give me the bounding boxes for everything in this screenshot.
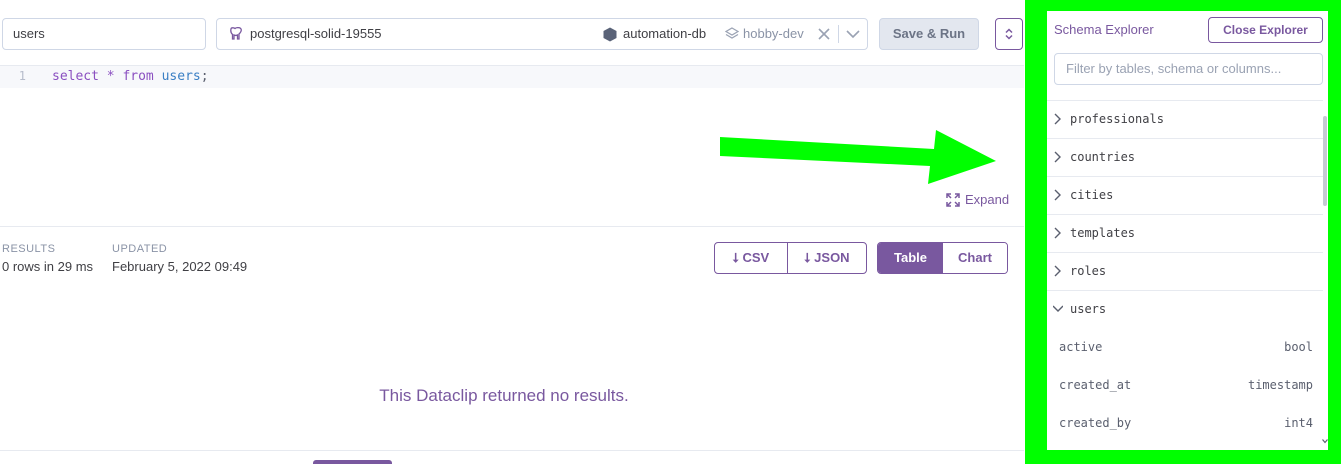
updated-timestamp: February 5, 2022 09:49 <box>112 259 248 274</box>
sql-keyword: select <box>52 69 99 84</box>
sql-keyword: from <box>122 69 154 84</box>
column-row[interactable]: created_at timestamp <box>1047 367 1323 405</box>
database-select[interactable]: postgresql-solid-19555 automation-db hob… <box>216 18 868 50</box>
plan-name: hobby-dev <box>743 26 804 41</box>
results-summary: 0 rows in 29 ms <box>2 259 94 274</box>
up-down-chevron-icon <box>1005 28 1013 40</box>
app-name: automation-db <box>623 26 707 41</box>
table-row-countries[interactable]: countries <box>1047 138 1323 176</box>
schema-explorer-panel: Schema Explorer Close Explorer Filter by… <box>1047 11 1328 450</box>
close-explorer-button[interactable]: Close Explorer <box>1208 17 1323 43</box>
scroll-down-icon[interactable] <box>1322 438 1328 444</box>
sql-operator: * <box>106 69 115 84</box>
database-name: postgresql-solid-19555 <box>250 26 382 41</box>
table-view-button[interactable]: Table <box>878 243 943 273</box>
column-name: active <box>1059 340 1103 354</box>
chevron-down-icon <box>1053 305 1063 312</box>
download-arrow-icon: ⭣ <box>732 250 739 265</box>
csv-label: CSV <box>742 250 770 265</box>
line-number: 1 <box>18 69 26 83</box>
toggle-explorer-button[interactable] <box>995 18 1023 50</box>
column-type: bool <box>1284 340 1313 354</box>
view-toggle-group: Table Chart <box>877 242 1008 274</box>
updated-label: UPDATED <box>112 243 168 255</box>
layers-icon <box>725 27 739 39</box>
chevron-right-icon <box>1054 113 1061 125</box>
bottom-tab-indicator[interactable] <box>313 460 392 464</box>
empty-results-message: This Dataclip returned no results. <box>379 386 629 405</box>
json-label: JSON <box>814 250 850 265</box>
save-run-button[interactable]: Save & Run <box>879 18 979 50</box>
table-row-templates[interactable]: templates <box>1047 214 1323 252</box>
download-json-button[interactable]: ⭣ JSON <box>788 243 866 273</box>
download-csv-button[interactable]: ⭣ CSV <box>715 243 788 273</box>
select-divider <box>838 25 839 43</box>
bottom-divider <box>0 450 1024 451</box>
chevron-right-icon <box>1054 189 1061 201</box>
table-name: roles <box>1070 264 1107 278</box>
explorer-filter-input[interactable]: Filter by tables, schema or columns... <box>1054 53 1323 85</box>
chevron-right-icon <box>1054 151 1061 163</box>
explorer-title: Schema Explorer <box>1054 22 1154 37</box>
sql-punctuation: ; <box>200 69 209 84</box>
column-row[interactable]: created_by int4 <box>1047 405 1323 443</box>
table-name: professionals <box>1070 112 1164 126</box>
column-type: timestamp <box>1247 378 1313 392</box>
chevron-down-icon[interactable] <box>846 28 860 40</box>
column-type: int4 <box>1284 416 1313 430</box>
dataclip-title-input[interactable]: users <box>2 18 206 50</box>
table-row-users[interactable]: users <box>1047 290 1323 328</box>
expand-arrows-icon <box>946 193 960 207</box>
table-row-roles[interactable]: roles <box>1047 252 1323 290</box>
sql-table: users <box>161 69 201 84</box>
column-row[interactable]: active bool <box>1047 329 1323 367</box>
column-name: created_at <box>1059 378 1132 392</box>
results-divider <box>0 226 1024 227</box>
table-name: templates <box>1070 226 1136 240</box>
table-name: countries <box>1070 150 1136 164</box>
postgres-elephant-icon <box>230 27 242 40</box>
table-name: cities <box>1070 188 1114 202</box>
chevron-right-icon <box>1054 265 1061 277</box>
download-arrow-icon: ⭣ <box>804 250 811 265</box>
expand-label: Expand <box>965 192 1010 207</box>
chart-view-button[interactable]: Chart <box>943 243 1007 273</box>
clear-x-icon[interactable] <box>817 27 831 41</box>
table-name: users <box>1070 302 1107 316</box>
column-name: created_by <box>1059 416 1132 430</box>
download-button-group: ⭣ CSV ⭣ JSON <box>714 242 867 274</box>
table-row-cities[interactable]: cities <box>1047 176 1323 214</box>
annotation-arrow <box>720 130 996 184</box>
chevron-right-icon <box>1054 227 1061 239</box>
hexagon-icon <box>603 27 617 42</box>
results-label: RESULTS <box>2 243 56 255</box>
sql-editor-code[interactable]: select * from users; <box>52 66 209 88</box>
explorer-scrollbar[interactable] <box>1323 116 1327 206</box>
table-row-professionals[interactable]: professionals <box>1047 100 1323 138</box>
